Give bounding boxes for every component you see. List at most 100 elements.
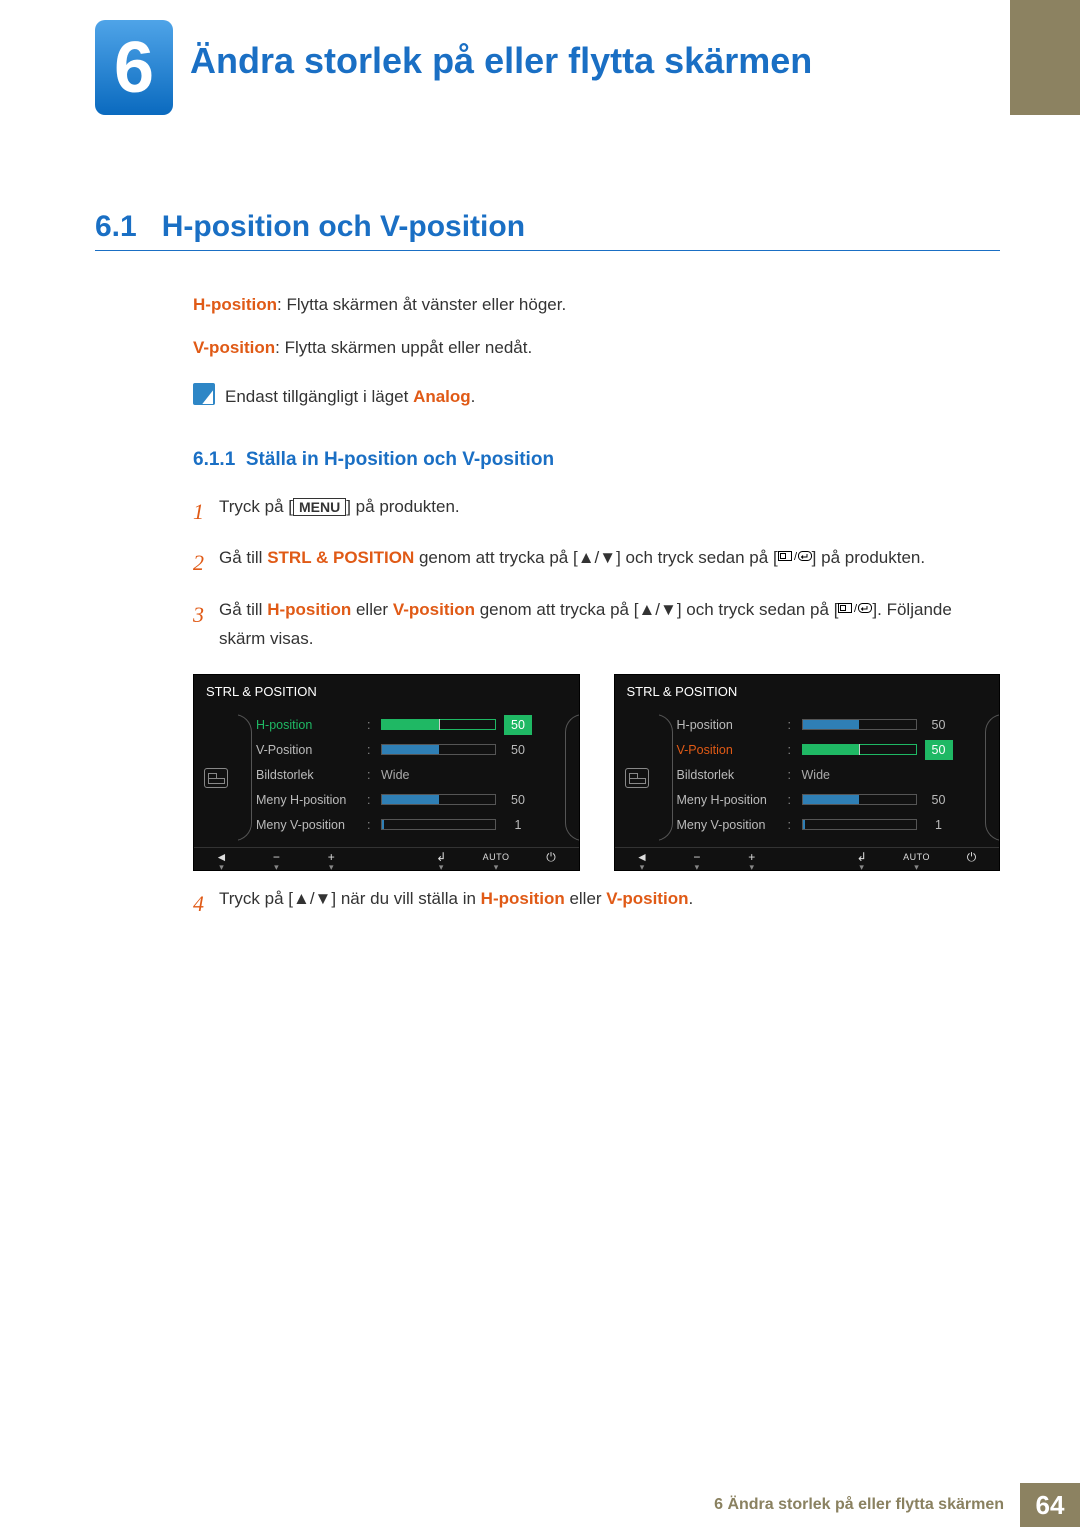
section-heading: 6.1 H-position och V-position	[95, 210, 1000, 251]
osd-curve	[985, 708, 999, 847]
osd-btn-power: ⏻	[944, 848, 999, 870]
v-position-desc: V-position: Flytta skärmen uppåt eller n…	[193, 334, 1000, 361]
steps-list: 1 Tryck på [MENU] på produkten. 2 Gå til…	[193, 493, 1000, 923]
chapter-title: Ändra storlek på eller flytta skärmen	[190, 40, 812, 82]
osd-btn-minus: −▾	[249, 848, 304, 870]
step-text: Gå till STRL & POSITION genom att trycka…	[219, 544, 1000, 581]
label: H-position	[673, 715, 788, 735]
label: Meny H-position	[673, 790, 788, 810]
label: Meny H-position	[252, 790, 367, 810]
step-number: 4	[193, 885, 219, 922]
v-position-text: : Flytta skärmen uppåt eller nedåt.	[275, 338, 532, 357]
osd-row-v-position: V-Position: 50	[252, 737, 559, 762]
label: Meny V-position	[673, 815, 788, 835]
value: Wide	[802, 765, 830, 785]
slider	[381, 819, 496, 830]
h-position-term: H-position	[193, 295, 277, 314]
step-number: 1	[193, 493, 219, 530]
step-2: 2 Gå till STRL & POSITION genom att tryc…	[193, 544, 1000, 581]
step-number: 2	[193, 544, 219, 581]
slider	[381, 744, 496, 755]
label: Bildstorlek	[673, 765, 788, 785]
value: 50	[925, 715, 953, 735]
t: ] när du vill ställa in	[331, 889, 480, 908]
osd-side-icon-col	[615, 708, 659, 847]
value: 50	[504, 715, 532, 735]
osd-row-h-position: H-position: 50	[252, 712, 559, 737]
osd-title: STRL & POSITION	[194, 675, 579, 709]
osd-row-menu-h: Meny H-position: 50	[252, 787, 559, 812]
osd-btn-enter: ↲▾	[414, 848, 469, 870]
section-content: H-position: Flytta skärmen åt vänster el…	[193, 291, 1000, 923]
slider	[381, 719, 496, 730]
v-position-term: V-position	[393, 600, 475, 619]
page-footer: 6 Ändra storlek på eller flytta skärmen …	[0, 1483, 1080, 1527]
step-4: 4 Tryck på [▲/▼] när du vill ställa in H…	[193, 885, 1000, 922]
slider	[802, 719, 917, 730]
section-title: H-position och V-position	[162, 210, 525, 243]
osd-title: STRL & POSITION	[615, 675, 1000, 709]
slider	[802, 744, 917, 755]
osd-btn-power: ⏻	[524, 848, 579, 870]
label: Bildstorlek	[252, 765, 367, 785]
footer-chapter-ref: 6 Ändra storlek på eller flytta skärmen	[714, 1483, 1020, 1527]
osd-rows: H-position: 50 V-Position: 50 Bildstorle…	[252, 708, 565, 847]
value: Wide	[381, 765, 409, 785]
h-position-text: : Flytta skärmen åt vänster eller höger.	[277, 295, 566, 314]
slider	[802, 794, 917, 805]
up-down-icon: ▲/▼	[578, 544, 616, 573]
source-enter-icon: /	[838, 601, 872, 615]
osd-btn-auto: AUTO▾	[469, 848, 524, 870]
osd-btn-minus: −▾	[669, 848, 724, 870]
osd-row-menu-v: Meny V-position: 1	[252, 812, 559, 837]
osd-btn-spacer	[779, 848, 834, 870]
svg-text:/: /	[854, 603, 858, 615]
h-position-desc: H-position: Flytta skärmen åt vänster el…	[193, 291, 1000, 318]
note-mode: Analog	[413, 387, 471, 406]
up-down-icon: ▲/▼	[638, 596, 676, 625]
note-icon	[193, 383, 215, 405]
osd-row-h-position: H-position: 50	[673, 712, 980, 737]
osd-footer: ◄▾ −▾ +▾ ↲▾ AUTO▾ ⏻	[194, 847, 579, 870]
menu-button-icon: MENU	[293, 498, 346, 516]
osd-btn-back: ◄▾	[615, 848, 670, 870]
t: .	[688, 889, 693, 908]
note-post: .	[471, 387, 476, 406]
osd-curve	[238, 708, 252, 847]
osd-curve	[565, 708, 579, 847]
osd-panel-left: STRL & POSITION H-position: 50 V-Positio	[193, 674, 580, 872]
step-text: Tryck på [MENU] på produkten.	[219, 493, 1000, 530]
label: V-Position	[252, 740, 367, 760]
osd-screenshots: STRL & POSITION H-position: 50 V-Positio	[193, 674, 1000, 872]
t: eller	[565, 889, 607, 908]
t: ] och tryck sedan på [	[677, 600, 839, 619]
source-enter-icon: /	[778, 549, 812, 563]
value: 50	[925, 790, 953, 810]
osd-row-image-size: Bildstorlek: Wide	[673, 762, 980, 787]
h-position-term: H-position	[481, 889, 565, 908]
h-position-term: H-position	[267, 600, 351, 619]
osd-curve	[659, 708, 673, 847]
step-1: 1 Tryck på [MENU] på produkten.	[193, 493, 1000, 530]
note-row: Endast tillgängligt i läget Analog.	[193, 383, 1000, 410]
strl-position-link: STRL & POSITION	[267, 548, 414, 567]
osd-btn-plus: +▾	[304, 848, 359, 870]
value: 1	[925, 815, 953, 835]
t: Gå till	[219, 600, 267, 619]
t: Gå till	[219, 548, 267, 567]
osd-btn-back: ◄▾	[194, 848, 249, 870]
label: H-position	[252, 715, 367, 735]
t: ] på produkten.	[346, 497, 459, 516]
t: Tryck på [	[219, 889, 293, 908]
step-text: Gå till H-position eller V-position geno…	[219, 596, 1000, 654]
note-text: Endast tillgängligt i läget Analog.	[225, 383, 475, 410]
v-position-term: V-position	[193, 338, 275, 357]
osd-footer: ◄▾ −▾ +▾ ↲▾ AUTO▾ ⏻	[615, 847, 1000, 870]
osd-row-image-size: Bildstorlek: Wide	[252, 762, 559, 787]
svg-text:/: /	[794, 551, 798, 563]
value: 1	[504, 815, 532, 835]
note-pre: Endast tillgängligt i läget	[225, 387, 413, 406]
value: 50	[504, 740, 532, 760]
page-number: 64	[1020, 1483, 1080, 1527]
up-down-icon: ▲/▼	[293, 885, 331, 914]
